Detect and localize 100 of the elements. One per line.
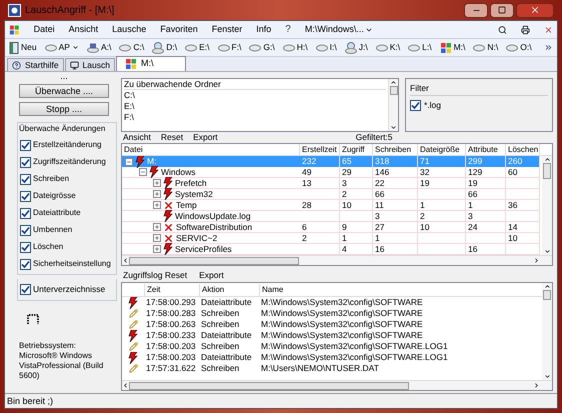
column-header[interactable]: Dateigröße: [418, 144, 466, 155]
table-cell: 22: [373, 178, 418, 188]
option-label: Unterverzeichnisse: [33, 283, 106, 296]
log-path: M:\Users\NEMO\NTUSER.DAT: [260, 362, 380, 375]
menu-item[interactable]: Datei: [34, 22, 55, 36]
tree-row[interactable]: WindowsUpdate.log 3 2 3: [122, 211, 540, 222]
column-header[interactable]: Aktion: [199, 284, 259, 296]
toolbar-button[interactable]: Neu: [9, 41, 37, 54]
log-time: 17:58:00.203: [145, 340, 197, 353]
column-header[interactable]: Zugriff: [340, 144, 373, 155]
menu-item[interactable]: Lausche: [112, 22, 146, 36]
toolbar-button[interactable]: N:\: [473, 41, 498, 54]
option-label: Zugriffszeitänderung: [33, 156, 106, 168]
help-menu[interactable]: ?: [285, 22, 291, 37]
toolbar-button[interactable]: L:\: [408, 41, 432, 54]
action-button[interactable]: Stopp ....: [19, 102, 109, 116]
tree-item-label: WindowsUpdate.log: [175, 210, 251, 222]
action-button[interactable]: Überwache ....: [19, 84, 109, 98]
tab[interactable]: M:\: [116, 56, 186, 71]
option-label: Dateigrösse: [33, 190, 76, 202]
log-time: 17:58:00.263: [145, 318, 197, 331]
option-label: Löschen: [33, 241, 64, 253]
folder-item[interactable]: F:\: [124, 112, 386, 123]
toolbar-button[interactable]: AP: [44, 41, 79, 54]
log-action: Schreiben: [200, 340, 240, 353]
menu-item[interactable]: Fenster: [212, 22, 242, 36]
menu-item[interactable]: Ansicht: [68, 22, 98, 36]
column-header[interactable]: Datei: [122, 144, 300, 155]
option-label: Dateiattribute: [33, 207, 81, 219]
table-cell: 49: [300, 167, 340, 177]
table-cell: 3: [466, 211, 506, 221]
log-action: Dateiattribute: [200, 296, 253, 309]
column-header[interactable]: Attribute: [466, 144, 506, 155]
folder-item[interactable]: C:\: [124, 90, 386, 101]
table-cell: 1: [340, 233, 373, 243]
table-cell: 6: [300, 222, 340, 232]
column-header[interactable]: Name: [259, 284, 499, 296]
toolbar-link[interactable]: Reset: [160, 131, 184, 144]
os-info: Betriebssystem: Microsoft® Windows VistaProfessional (Build 5600): [19, 341, 104, 381]
log-time: 17:58:00.293: [145, 296, 197, 309]
table-cell: 36: [506, 200, 540, 210]
log-action: Schreiben: [200, 307, 240, 320]
path-dropdown[interactable]: M:\Windows\...: [304, 22, 373, 36]
option-label: Umbennen: [33, 224, 72, 236]
toolbar-link[interactable]: Export: [193, 131, 218, 144]
table-cell: 66: [466, 189, 506, 199]
menu-item[interactable]: Favoriten: [160, 22, 198, 36]
table-cell: 16: [373, 244, 418, 254]
table-cell: 19: [418, 178, 466, 188]
toolbar-button[interactable]: M:\: [440, 41, 466, 54]
toolbar-button[interactable]: O:\: [506, 41, 532, 54]
toolbar-link[interactable]: Ansicht: [123, 131, 151, 144]
ellipsis-label: ...: [59, 72, 69, 80]
table-cell: 11: [373, 200, 418, 210]
tree-item-label: ServiceProfiles: [175, 242, 232, 256]
table-cell: 27: [373, 222, 418, 232]
table-cell: 10: [340, 200, 373, 210]
table-cell: 71: [418, 156, 466, 167]
log-action: Schreiben: [200, 318, 240, 331]
tree-row[interactable]: SERVIC~2 2 1 1 10: [122, 233, 540, 244]
toolbar-link[interactable]: Zugriffslog Reset: [123, 268, 188, 282]
folder-item[interactable]: E:\: [124, 101, 386, 112]
column-header[interactable]: Schreiben: [373, 144, 418, 155]
toolbar-button[interactable]: D:\: [152, 41, 178, 54]
toolbar-button[interactable]: J:\: [344, 41, 368, 54]
table-cell: 16: [466, 244, 506, 254]
toolbar-button[interactable]: G:\: [249, 41, 275, 54]
toolbar-button[interactable]: E:\: [185, 41, 210, 54]
table-cell: 10: [506, 233, 540, 243]
option-label: Sicherheitseinstellung: [33, 258, 111, 270]
column-header[interactable]: Erstellzeit: [300, 144, 340, 155]
log-action: Schreiben: [200, 362, 240, 375]
column-header[interactable]: Löschen: [506, 144, 540, 155]
tree-row[interactable]: Windows 49 29 146 32 129 60: [122, 167, 540, 178]
table-cell: 1: [373, 233, 418, 243]
tree-row[interactable]: Temp 28 10 11 1 1 36: [122, 200, 540, 211]
tree-row[interactable]: Prefetch 13 3 22 19 19: [122, 178, 540, 189]
toolbar-link[interactable]: Export: [199, 268, 224, 282]
column-header[interactable]: Zeit: [144, 284, 199, 296]
table-cell: 19: [466, 178, 506, 188]
log-path: M:\Windows\System32\config\SOFTWARE: [260, 318, 424, 331]
toolbar-button[interactable]: F:\: [218, 41, 242, 54]
table-cell: 318: [373, 156, 418, 167]
tab[interactable]: Lausch: [64, 58, 115, 71]
tree-row[interactable]: System32 2 66 66: [122, 189, 540, 200]
tab[interactable]: Starthilfe: [7, 58, 64, 71]
log-path: M:\Windows\System32\config\SOFTWARE: [260, 307, 424, 320]
menu-item[interactable]: Info: [256, 22, 272, 36]
toolbar-button[interactable]: A:\: [86, 41, 112, 54]
log-time: 17:58:00.203: [145, 351, 197, 364]
table-cell: 2: [418, 211, 466, 221]
table-cell: 60: [506, 167, 540, 177]
toolbar-button[interactable]: K:\: [376, 41, 400, 54]
tree-row[interactable]: SoftwareDistribution 6 9 27 10 24 14: [122, 222, 540, 233]
toolbar-button[interactable]: H:\: [282, 41, 308, 54]
toolbar-button[interactable]: C:\: [119, 41, 144, 54]
log-time: 17:57:31.622: [145, 362, 197, 375]
toolbar-button[interactable]: I:\: [316, 41, 337, 54]
table-cell: 24: [466, 222, 506, 232]
tree-item-label: Windows: [161, 166, 196, 178]
